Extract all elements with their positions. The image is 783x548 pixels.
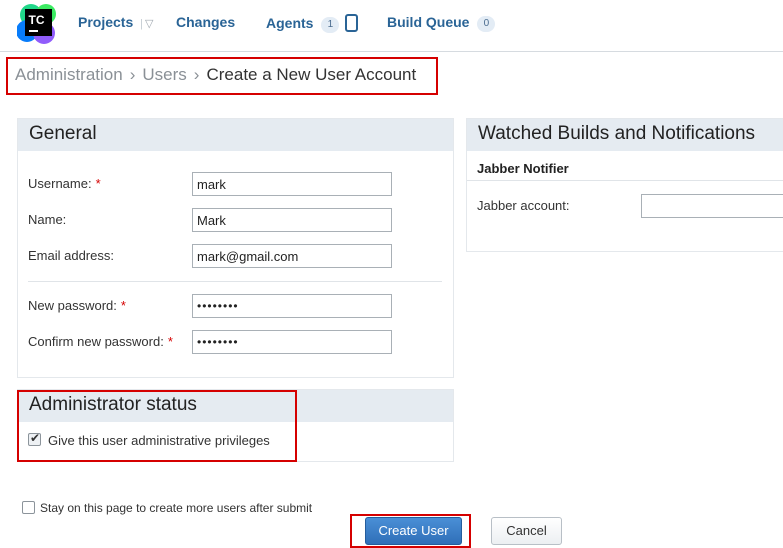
confirm-password-label: Confirm new password: * <box>28 334 173 349</box>
nav-build-queue[interactable]: Build Queue 0 <box>387 14 496 32</box>
agents-count-badge: 1 <box>321 17 340 33</box>
logo-text: TC <box>29 13 45 27</box>
name-label: Name: <box>28 212 67 227</box>
create-user-highlight-box <box>350 514 471 548</box>
jabber-account-label: Jabber account: <box>477 198 570 213</box>
nav-projects[interactable]: Projects | ▽ <box>78 14 153 30</box>
jabber-divider <box>467 180 783 181</box>
username-label: Username: * <box>28 176 101 191</box>
nav-agents[interactable]: Agents 1 <box>266 14 359 33</box>
confirm-password-label-text: Confirm new password: <box>28 334 164 349</box>
jabber-notifier-title: Jabber Notifier <box>477 161 569 176</box>
form-divider <box>28 281 442 282</box>
new-password-label-text: New password: <box>28 298 117 313</box>
email-input[interactable] <box>192 244 392 268</box>
required-marker: * <box>120 298 126 313</box>
nav-build-queue-label: Build Queue <box>387 14 470 30</box>
required-marker: * <box>167 334 173 349</box>
new-password-input[interactable] <box>192 294 392 318</box>
name-input[interactable] <box>192 208 392 232</box>
stay-on-page-label[interactable]: Stay on this page to create more users a… <box>40 501 312 515</box>
agent-status-icon <box>345 14 359 32</box>
admin-status-highlight-box <box>17 390 297 462</box>
username-input[interactable] <box>192 172 392 196</box>
watched-builds-panel: Watched Builds and Notifications <box>466 118 783 252</box>
cancel-button[interactable]: Cancel <box>491 517 562 545</box>
top-navigation-bar: TC Projects | ▽ Changes Agents 1 Build Que… <box>0 0 783 52</box>
stay-on-page-checkbox[interactable] <box>22 501 35 514</box>
breadcrumb-highlight-box <box>6 57 438 95</box>
projects-dropdown-icon[interactable]: | ▽ <box>140 17 153 30</box>
teamcity-logo[interactable]: TC <box>16 3 59 45</box>
general-panel-title: General <box>18 119 453 151</box>
username-label-text: Username: <box>28 176 92 191</box>
nav-projects-label: Projects <box>78 14 134 30</box>
required-marker: * <box>95 176 101 191</box>
jabber-account-input[interactable] <box>641 194 783 218</box>
new-password-label: New password: * <box>28 298 126 313</box>
build-queue-count-badge: 0 <box>477 16 496 32</box>
nav-changes[interactable]: Changes <box>176 14 235 30</box>
nav-agents-label: Agents <box>266 15 314 31</box>
confirm-password-input[interactable] <box>192 330 392 354</box>
watched-builds-title: Watched Builds and Notifications <box>467 119 783 151</box>
email-label: Email address: <box>28 248 114 263</box>
